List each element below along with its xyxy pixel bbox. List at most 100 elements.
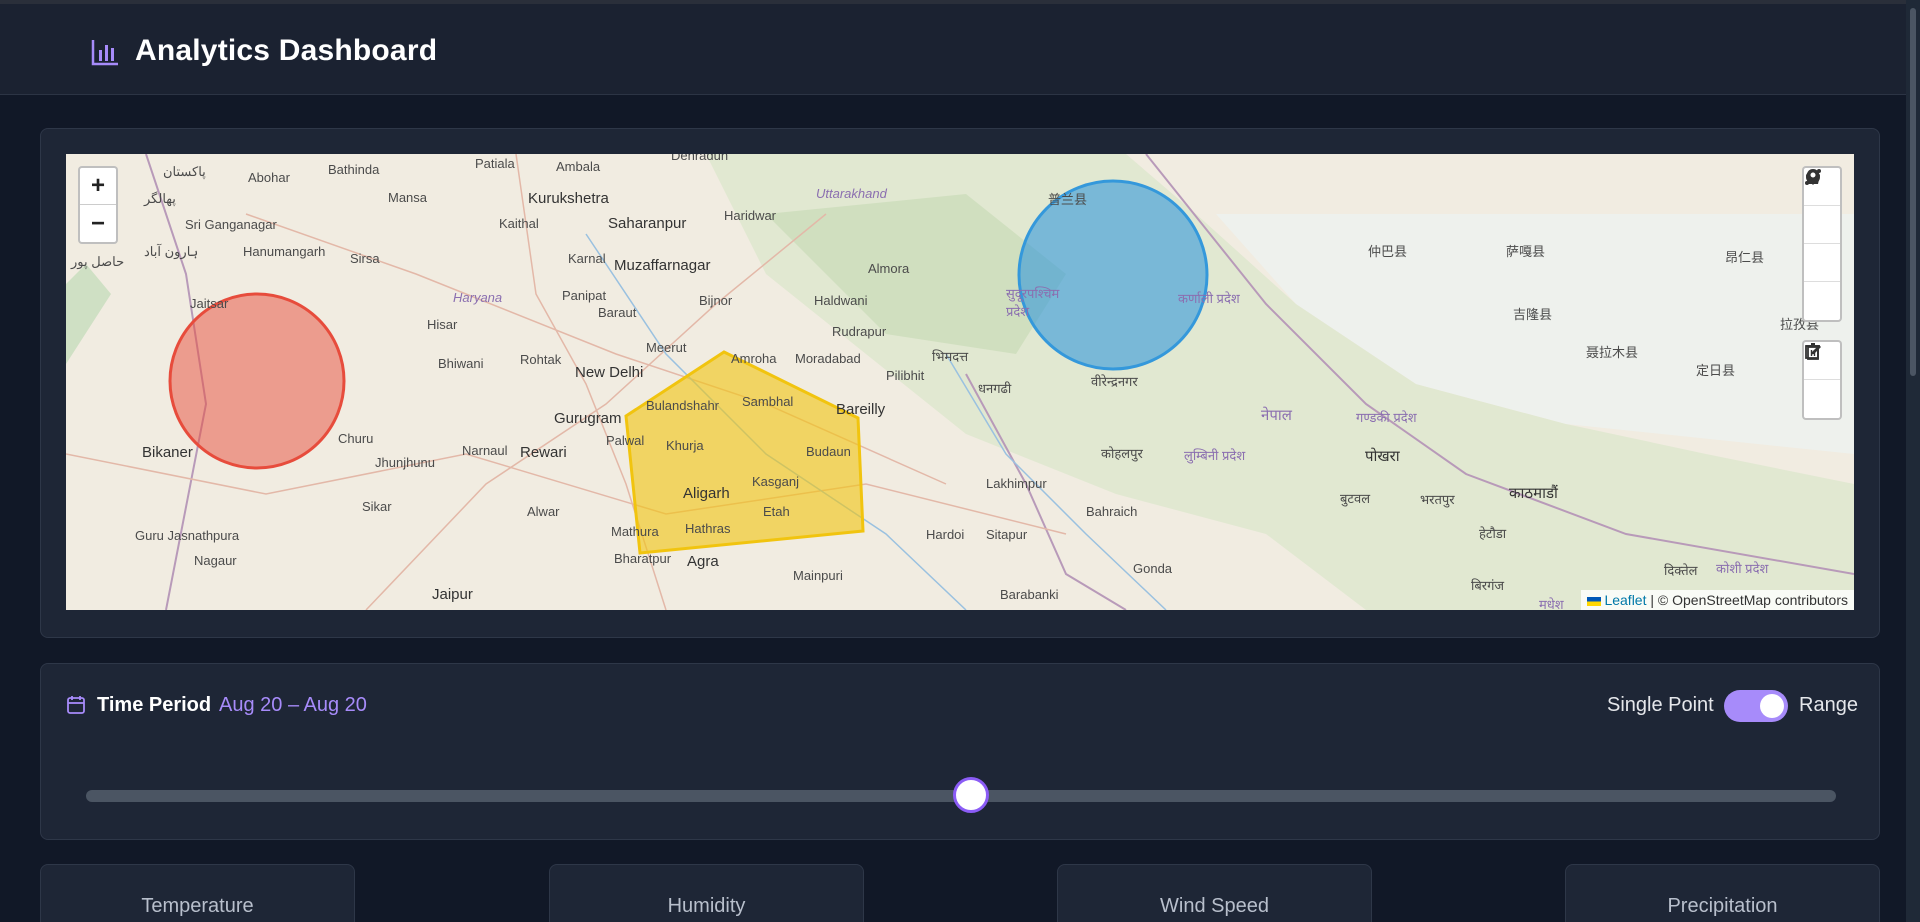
map-label: Hathras bbox=[685, 521, 731, 536]
marker-icon[interactable] bbox=[1804, 169, 1840, 320]
metric-card-label: Wind Speed bbox=[1160, 895, 1269, 917]
map-label: Sitapur bbox=[986, 527, 1028, 542]
map-label: Jaitsar bbox=[190, 296, 229, 311]
map-label: Dehradun bbox=[671, 154, 729, 163]
map-label: Gonda bbox=[1133, 561, 1173, 576]
map-label: काठमाडौं bbox=[1509, 485, 1558, 502]
map-label: Bharatpur bbox=[614, 551, 672, 566]
page-scrollbar[interactable] bbox=[1906, 0, 1920, 922]
map-label: Haryana bbox=[453, 290, 503, 305]
map-label: Hanumangarh bbox=[243, 244, 326, 259]
map-label: Bikaner bbox=[142, 444, 193, 461]
map-label: 吉隆县 bbox=[1513, 307, 1553, 322]
map-label: Moradabad bbox=[795, 351, 861, 366]
map-label: Nagaur bbox=[194, 553, 237, 568]
zoom-in-button[interactable]: + bbox=[80, 168, 116, 205]
metric-card-temperature[interactable]: Temperature bbox=[40, 864, 355, 922]
map-label: सुदूरपश्चिम प्रदेश bbox=[1006, 286, 1060, 319]
edit-toolbar bbox=[1802, 340, 1842, 420]
map-label: Baraut bbox=[598, 305, 637, 320]
zoom-out-button[interactable]: − bbox=[80, 205, 116, 242]
map-label: Bathinda bbox=[328, 162, 380, 177]
calendar-icon bbox=[67, 696, 85, 714]
map-label: Gurugram bbox=[554, 410, 622, 427]
map-label: 萨嘎县 bbox=[1506, 244, 1546, 259]
metric-card-wind-speed[interactable]: Wind Speed bbox=[1057, 864, 1372, 922]
map-label: 仲巴县 bbox=[1368, 244, 1408, 259]
map-label: Panipat bbox=[562, 288, 607, 303]
map-label: Jhunjhunu bbox=[375, 455, 435, 470]
map-label: Rudrapur bbox=[832, 324, 887, 339]
page-title: Analytics Dashboard bbox=[135, 34, 438, 67]
bar-chart-icon bbox=[91, 40, 118, 66]
map-label: भरतपुर bbox=[1420, 492, 1455, 507]
trash-icon[interactable] bbox=[1804, 343, 1840, 418]
map-label: Muzaffarnagar bbox=[614, 257, 711, 274]
map-label: Karnal bbox=[568, 251, 606, 266]
toggle-knob bbox=[1760, 694, 1784, 718]
map-label: Etah bbox=[763, 504, 790, 519]
map-label: Bareilly bbox=[836, 401, 886, 418]
map-label: Rohtak bbox=[520, 352, 562, 367]
map-label: Almora bbox=[868, 261, 910, 276]
map-label: Jaipur bbox=[432, 586, 473, 603]
metric-card-humidity[interactable]: Humidity bbox=[549, 864, 864, 922]
map-label: Patiala bbox=[475, 156, 515, 171]
map-label: Budaun bbox=[806, 444, 851, 459]
leaflet-link[interactable]: Leaflet bbox=[1604, 592, 1646, 608]
map-label: Sirsa bbox=[350, 251, 380, 266]
time-period-range: Aug 20 – Aug 20 bbox=[219, 694, 367, 716]
map-label: Mainpuri bbox=[793, 568, 843, 583]
map-label: धनगढी bbox=[978, 381, 1012, 396]
time-period-panel: Time Period Aug 20 – Aug 20 Single Point… bbox=[40, 663, 1880, 840]
map-label: भिमदत्त bbox=[932, 349, 969, 364]
map-label: Haridwar bbox=[724, 208, 777, 223]
map-view[interactable]: پاکستان Bathinda Patiala Ambala Dehradun… bbox=[66, 154, 1854, 610]
map-label: Khurja bbox=[666, 438, 704, 453]
blue-zone-circle[interactable] bbox=[1017, 179, 1209, 371]
scrollbar-thumb[interactable] bbox=[1910, 8, 1916, 376]
map-label: پاکستان bbox=[163, 164, 206, 179]
map-label: बुटवल bbox=[1340, 491, 1371, 506]
map-label: Bhiwani bbox=[438, 356, 484, 371]
map-label: Bijnor bbox=[699, 293, 733, 308]
red-zone-circle[interactable] bbox=[168, 292, 346, 470]
map-label: लुम्बिनी प्रदेश bbox=[1184, 448, 1246, 463]
map-label: Sri Ganganagar bbox=[185, 217, 277, 232]
map-label: Saharanpur bbox=[608, 215, 687, 232]
draw-toolbar bbox=[1802, 166, 1842, 322]
polygon-icon[interactable] bbox=[1804, 170, 1840, 244]
map-label: कोहलपुर bbox=[1101, 446, 1143, 461]
map-label: Amroha bbox=[731, 351, 777, 366]
map-label: Mathura bbox=[611, 524, 659, 539]
attribution-text: | © OpenStreetMap contributors bbox=[1650, 592, 1848, 608]
range-label: Range bbox=[1799, 694, 1858, 716]
app-header: Analytics Dashboard bbox=[0, 4, 1920, 95]
metric-card-label: Humidity bbox=[667, 895, 746, 917]
time-slider-handle[interactable] bbox=[953, 777, 989, 813]
map-panel: پاکستان Bathinda Patiala Ambala Dehradun… bbox=[40, 128, 1880, 638]
map-label: गण्डकी प्रदेश bbox=[1356, 410, 1417, 425]
map-label: حاصل پور bbox=[71, 254, 125, 269]
map-label: Kaithal bbox=[499, 216, 539, 231]
map-label: پھالگر bbox=[144, 191, 176, 206]
range-toggle[interactable] bbox=[1724, 690, 1788, 722]
time-period-label: Time Period bbox=[97, 694, 212, 716]
circle-icon[interactable] bbox=[1804, 170, 1840, 282]
map-label: Sambhal bbox=[742, 394, 794, 409]
map-label: मधेश bbox=[1539, 597, 1564, 610]
metric-card-precipitation[interactable]: Precipitation bbox=[1565, 864, 1880, 922]
map-label: Alwar bbox=[527, 504, 560, 519]
map-label: Kasganj bbox=[752, 474, 799, 489]
map-label: पोखरा bbox=[1365, 448, 1400, 465]
map-label: ہارون آباد bbox=[144, 244, 199, 259]
map-label: Hisar bbox=[427, 317, 458, 332]
map-label: Pilibhit bbox=[886, 368, 925, 383]
map-label: कोशी प्रदेश bbox=[1716, 561, 1769, 576]
map-label: Kurukshetra bbox=[528, 190, 609, 207]
map-label: कर्णाली प्रदेश bbox=[1178, 291, 1240, 306]
map-label: Bahraich bbox=[1086, 504, 1138, 519]
map-label: Palwal bbox=[606, 433, 645, 448]
zoom-control: + − bbox=[78, 166, 118, 244]
metric-card-label: Temperature bbox=[141, 895, 254, 917]
